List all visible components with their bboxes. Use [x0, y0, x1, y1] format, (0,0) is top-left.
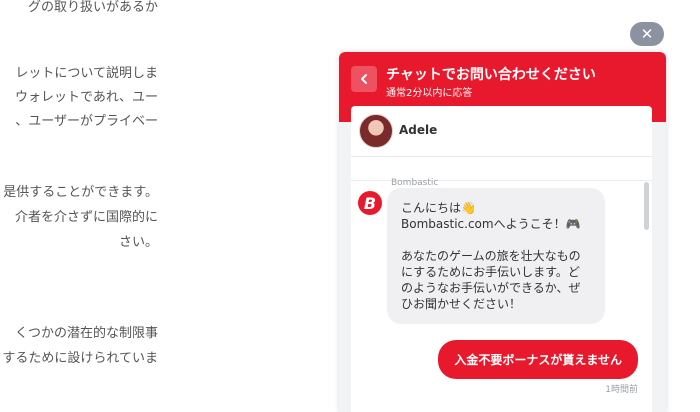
message-timestamp: 1時間前 [605, 385, 638, 395]
agent-row: Adele [351, 106, 652, 157]
chat-title: チャットでお問い合わせください [386, 67, 596, 83]
article-line: 介者を介さずに国際的に [14, 210, 158, 225]
chevron-left-icon [361, 74, 367, 84]
article-line: グの取り扱いがあるか [27, 0, 158, 15]
bot-message-line: こんにちは👋 [401, 201, 476, 215]
avatar [359, 114, 393, 148]
user-message: 入金不要ボーナスが貰えません [438, 340, 638, 379]
bombastic-logo-icon: B [358, 191, 382, 215]
bot-message-line: あなたのゲームの旅を壮大なものにするためにお手伝いします。どのようなお手伝いがで… [401, 249, 581, 311]
conversation-panel: Adele Bombastic B こんにちは👋 Bombastic.comへよ… [351, 106, 652, 412]
bot-message-line: Bombastic.comへようこそ！🎮 [401, 217, 581, 231]
agent-name: Adele [399, 123, 438, 137]
sender-label: Bombastic [391, 178, 439, 188]
article-line: 是供することができます。 [3, 185, 158, 200]
scrollbar[interactable] [644, 182, 649, 230]
close-chat-button[interactable]: ✕ [630, 22, 664, 46]
article-line: くつかの潜在的な制限事 [14, 326, 158, 341]
article-line: ウォレットであれ、ユー [14, 90, 158, 105]
chat-widget: チャットでお問い合わせください 通常2分以内に応答 Adele Bombasti… [339, 52, 666, 412]
chat-subtitle: 通常2分以内に応答 [386, 88, 473, 99]
article-line: レットについて説明しま [15, 66, 158, 81]
bot-message: こんにちは👋 Bombastic.comへようこそ！🎮 あなたのゲームの旅を壮大… [387, 188, 605, 324]
article-line: 、ユーザーがプライベー [15, 114, 158, 129]
article-line: さい。 [118, 235, 158, 250]
close-icon: ✕ [640, 25, 654, 43]
article-line: するために設けられていま [2, 351, 158, 366]
back-button[interactable] [351, 66, 377, 92]
article-background: グの取り扱いがあるか レットについて説明しま ウォレットであれ、ユー 、ユーザー… [0, 0, 340, 400]
